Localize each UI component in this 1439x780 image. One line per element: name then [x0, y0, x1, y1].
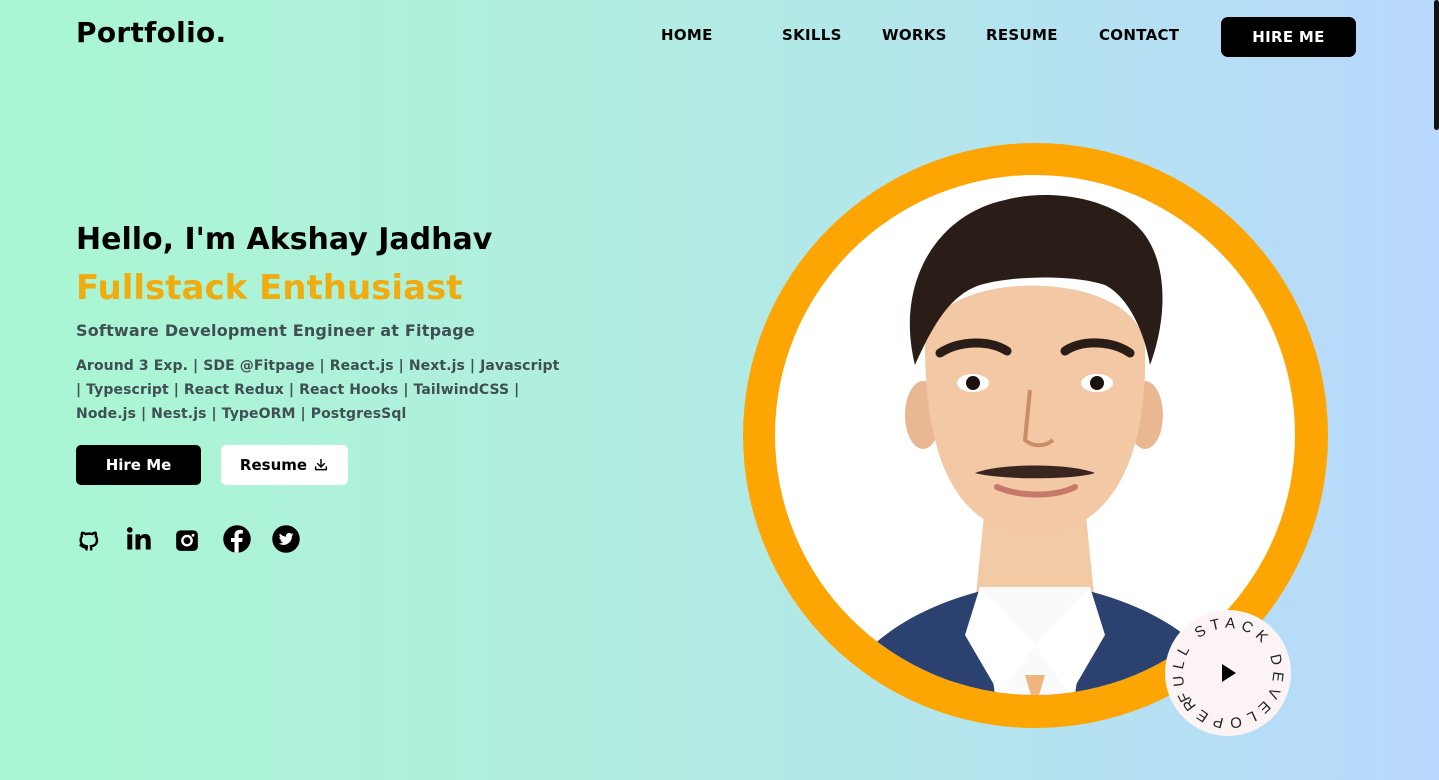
twitter-icon[interactable] [271, 524, 301, 554]
hero-greeting: Hello, I'm Akshay Jadhav [76, 222, 493, 257]
linkedin-icon[interactable] [125, 524, 155, 554]
hire-me-nav-button[interactable]: HIRE ME [1221, 17, 1356, 57]
nav-contact[interactable]: CONTACT [1099, 26, 1179, 44]
facebook-icon[interactable] [222, 524, 252, 554]
hire-me-button[interactable]: Hire Me [76, 445, 201, 485]
hire-me-label: Hire Me [105, 456, 172, 474]
download-icon [314, 458, 328, 471]
resume-label: Resume [239, 456, 308, 474]
fullstack-developer-badge[interactable]: FULL STACK DEVELOPER • [1129, 577, 1310, 760]
scrollbar-thumb[interactable] [1434, 0, 1439, 130]
resume-download-button[interactable]: Resume [221, 445, 348, 485]
hero-subtitle: Software Development Engineer at Fitpage [76, 321, 475, 340]
nav-skills[interactable]: SKILLS [782, 26, 842, 44]
play-icon [1222, 664, 1236, 682]
nav-home[interactable]: HOME [661, 26, 713, 44]
github-icon[interactable] [76, 524, 106, 554]
page-scrollbar[interactable] [1432, 0, 1439, 780]
instagram-icon[interactable] [174, 524, 204, 554]
nav-resume[interactable]: RESUME [986, 26, 1058, 44]
hero-description: Around 3 Exp. | SDE @Fitpage | React.js … [76, 358, 560, 422]
hero-role: Fullstack Enthusiast [76, 268, 463, 308]
nav-works[interactable]: WORKS [882, 26, 947, 44]
